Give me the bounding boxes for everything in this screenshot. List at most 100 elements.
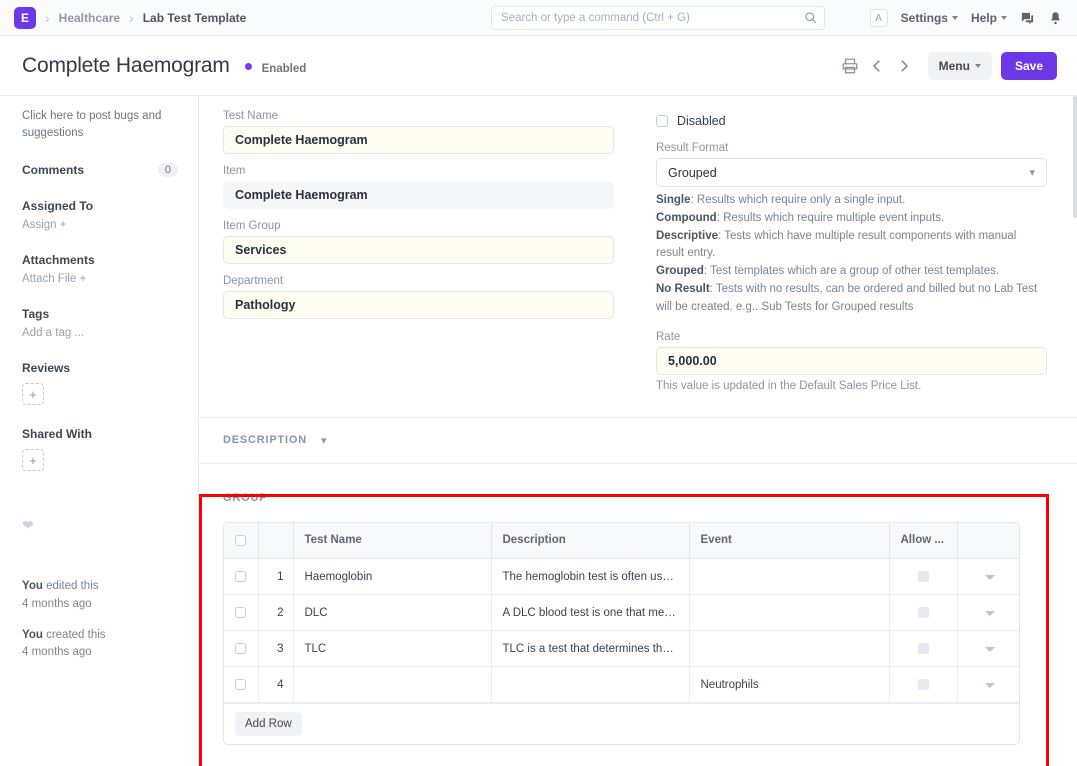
- app-logo-icon[interactable]: E: [14, 7, 36, 29]
- group-title: GROUP: [223, 492, 267, 504]
- cell-test-name[interactable]: DLC: [293, 595, 491, 631]
- field-result-format: Result Format Grouped ▾ Single: Results …: [656, 142, 1047, 317]
- row-select-cell: [224, 559, 258, 595]
- row-checkbox[interactable]: [235, 643, 246, 654]
- cell-row-actions[interactable]: [957, 559, 1020, 595]
- cell-allow[interactable]: [889, 667, 957, 703]
- help-desc-grouped: : Test templates which are a group of ot…: [704, 265, 999, 277]
- col-header-test-name[interactable]: Test Name: [293, 523, 491, 559]
- bell-icon[interactable]: [1048, 11, 1063, 26]
- row-index: 3: [258, 631, 293, 667]
- row-index: 4: [258, 667, 293, 703]
- row-checkbox[interactable]: [235, 607, 246, 618]
- activity-created-action: created this: [43, 629, 106, 641]
- cell-description[interactable]: A DLC blood test is one that mea...: [491, 595, 689, 631]
- cell-description[interactable]: [491, 667, 689, 703]
- row-checkbox[interactable]: [235, 571, 246, 582]
- save-button[interactable]: Save: [1001, 52, 1057, 80]
- cell-test-name[interactable]: [293, 667, 491, 703]
- allow-toggle-icon[interactable]: [918, 679, 929, 690]
- row-checkbox[interactable]: [235, 679, 246, 690]
- avatar[interactable]: A: [870, 9, 888, 27]
- next-icon[interactable]: [895, 57, 913, 75]
- search-input[interactable]: [491, 6, 825, 30]
- allow-toggle-icon[interactable]: [918, 643, 929, 654]
- item-group-input[interactable]: Services: [223, 236, 614, 264]
- sidebar-section-assigned-to: Assigned To Assign +: [22, 199, 178, 231]
- menu-label: Menu: [939, 59, 970, 73]
- col-header-description[interactable]: Description: [491, 523, 689, 559]
- add-row-button[interactable]: Add Row: [235, 712, 302, 736]
- comments-count: 0: [158, 163, 178, 177]
- table-row[interactable]: 3 TLC TLC is a test that determines the.…: [224, 631, 1020, 667]
- cell-row-actions[interactable]: [957, 631, 1020, 667]
- row-select-cell: [224, 595, 258, 631]
- search-icon: [804, 11, 817, 24]
- comments-label: Comments: [22, 163, 84, 177]
- prev-icon[interactable]: [868, 57, 886, 75]
- disabled-checkbox[interactable]: [656, 115, 668, 127]
- result-format-select[interactable]: Grouped ▾: [656, 158, 1047, 187]
- cell-allow[interactable]: [889, 559, 957, 595]
- department-input[interactable]: Pathology: [223, 291, 614, 319]
- top-navbar: E › Healthcare › Lab Test Template A Set…: [0, 0, 1077, 36]
- table-row[interactable]: 2 DLC A DLC blood test is one that mea..…: [224, 595, 1020, 631]
- cell-row-actions[interactable]: [957, 595, 1020, 631]
- add-share-button[interactable]: +: [22, 449, 44, 471]
- cell-description[interactable]: The hemoglobin test is often use...: [491, 559, 689, 595]
- left-sidebar: Click here to post bugs and suggestions …: [0, 96, 199, 766]
- cell-description[interactable]: TLC is a test that determines the...: [491, 631, 689, 667]
- field-rate: Rate 5,000.00 This value is updated in t…: [656, 331, 1047, 392]
- chevron-down-icon[interactable]: ▾: [321, 434, 327, 447]
- row-expand-icon[interactable]: [985, 647, 995, 652]
- col-header-allow[interactable]: Allow ...: [889, 523, 957, 559]
- cell-allow[interactable]: [889, 595, 957, 631]
- settings-menu[interactable]: Settings: [901, 11, 958, 25]
- field-disabled[interactable]: Disabled: [656, 114, 1047, 128]
- row-expand-icon[interactable]: [985, 683, 995, 688]
- cell-event[interactable]: [689, 595, 889, 631]
- description-section[interactable]: DESCRIPTION ▾: [199, 418, 1077, 464]
- activity-edited-time: 4 months ago: [22, 598, 92, 610]
- add-tag-button[interactable]: Add a tag ...: [22, 327, 178, 339]
- chevron-down-icon: [975, 64, 981, 68]
- global-search: [491, 6, 825, 30]
- help-menu[interactable]: Help: [971, 11, 1007, 25]
- col-header-actions: [957, 523, 1020, 559]
- bug-report-note[interactable]: Click here to post bugs and suggestions: [22, 108, 178, 141]
- scrollbar-thumb[interactable]: [1073, 96, 1077, 218]
- breadcrumb-item-healthcare[interactable]: Healthcare: [59, 11, 120, 25]
- allow-toggle-icon[interactable]: [918, 607, 929, 618]
- table-row[interactable]: 4 Neutrophils: [224, 667, 1020, 703]
- item-input[interactable]: Complete Haemogram: [223, 181, 614, 209]
- attach-file-button[interactable]: Attach File +: [22, 273, 178, 285]
- row-expand-icon[interactable]: [985, 611, 995, 616]
- index-header: [258, 523, 293, 559]
- cell-allow[interactable]: [889, 631, 957, 667]
- cell-event[interactable]: Neutrophils: [689, 667, 889, 703]
- row-expand-icon[interactable]: [985, 575, 995, 580]
- help-term-single: Single: [656, 194, 691, 206]
- print-icon[interactable]: [841, 57, 859, 75]
- cell-test-name[interactable]: Haemoglobin: [293, 559, 491, 595]
- assign-button[interactable]: Assign +: [22, 219, 178, 231]
- allow-toggle-icon[interactable]: [918, 571, 929, 582]
- cell-event[interactable]: [689, 559, 889, 595]
- col-header-event[interactable]: Event: [689, 523, 889, 559]
- rate-input[interactable]: 5,000.00: [656, 347, 1047, 375]
- cell-row-actions[interactable]: [957, 667, 1020, 703]
- cell-test-name[interactable]: TLC: [293, 631, 491, 667]
- breadcrumb-item-lab-test-template[interactable]: Lab Test Template: [143, 11, 247, 25]
- group-section: GROUP Test Name Description Event Allow …: [199, 464, 1077, 746]
- like-heart-icon[interactable]: ❤: [22, 517, 178, 534]
- menu-button[interactable]: Menu: [928, 52, 992, 80]
- table-row[interactable]: 1 Haemoglobin The hemoglobin test is oft…: [224, 559, 1020, 595]
- select-all-checkbox[interactable]: [235, 535, 246, 546]
- page-body: Click here to post bugs and suggestions …: [0, 96, 1077, 766]
- test-name-input[interactable]: Complete Haemogram: [223, 126, 614, 154]
- chat-icon[interactable]: [1020, 11, 1035, 26]
- table-body: 1 Haemoglobin The hemoglobin test is oft…: [224, 559, 1020, 703]
- cell-event[interactable]: [689, 631, 889, 667]
- add-review-button[interactable]: +: [22, 383, 44, 405]
- settings-label: Settings: [901, 11, 948, 25]
